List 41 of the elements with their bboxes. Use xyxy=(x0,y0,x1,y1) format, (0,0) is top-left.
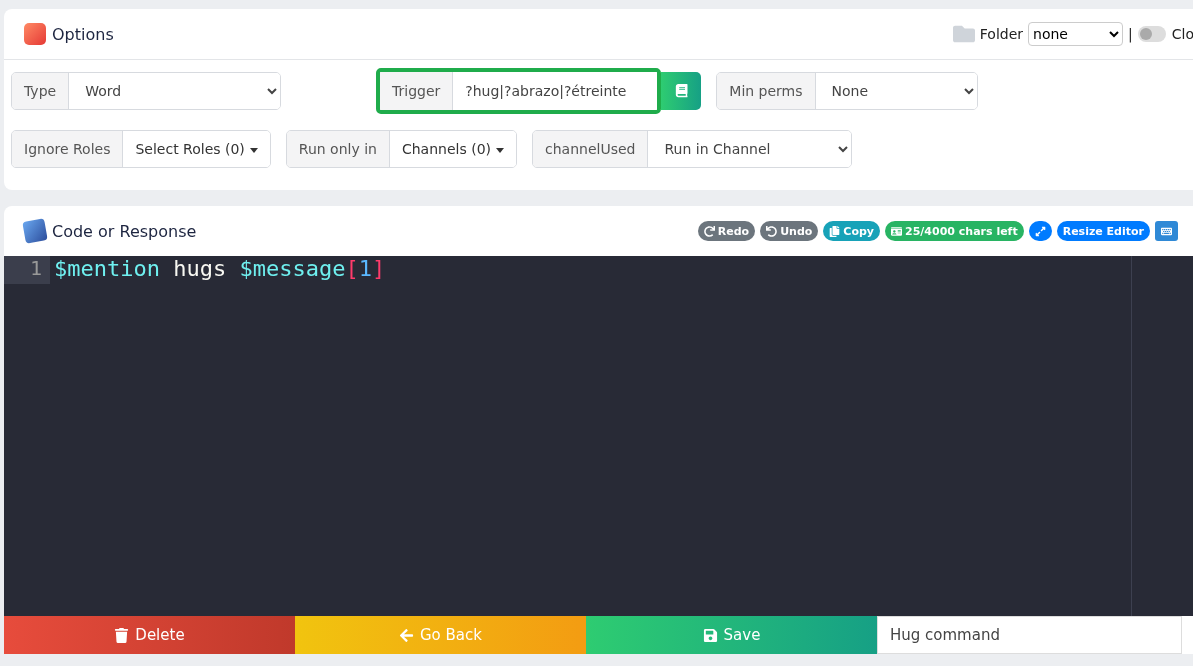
caret-icon xyxy=(249,147,258,153)
delete-button[interactable]: Delete xyxy=(4,616,295,654)
field-label: Min perms xyxy=(717,73,816,109)
code-editor[interactable]: 1 $mention hugs $message[1] xyxy=(4,256,1193,616)
redo-icon xyxy=(703,225,715,237)
line-number: 1 xyxy=(4,256,50,284)
select-field[interactable]: Type Word xyxy=(11,72,281,110)
editor-badge-button[interactable] xyxy=(1028,221,1052,241)
options-logo-icon xyxy=(24,23,46,45)
field-label: Ignore Roles xyxy=(12,131,124,167)
back-icon xyxy=(399,627,414,643)
undo-icon xyxy=(766,225,778,237)
copy-icon xyxy=(829,225,841,237)
expand-icon xyxy=(1034,225,1046,237)
editor-badge-button[interactable]: Redo xyxy=(697,221,756,241)
editor-badge-button[interactable]: Resize Editor xyxy=(1056,221,1150,241)
editor-title: Code or Response xyxy=(52,221,198,241)
save-icon xyxy=(702,627,718,643)
delete-icon xyxy=(114,627,130,643)
field-label: Run only in xyxy=(286,131,390,167)
caret-icon xyxy=(496,147,504,153)
options-title: Options xyxy=(52,24,115,44)
folder-label: Folder xyxy=(979,26,1024,42)
code-line: $mention hugs $message[1] xyxy=(53,256,387,283)
toggle-switch[interactable] xyxy=(1137,26,1166,42)
select-field[interactable]: channelUsed Run in Channel xyxy=(532,130,852,168)
toggle-label: Clo xyxy=(1171,26,1193,42)
field-label: channelUsed xyxy=(533,131,649,167)
folder-icon xyxy=(952,23,975,45)
trigger-field[interactable]: Trigger ?hug|?abrazo|?étreinte xyxy=(376,68,662,114)
book-button[interactable] xyxy=(661,72,702,110)
separator: | xyxy=(1128,26,1133,42)
select-field[interactable]: Min perms None xyxy=(716,72,979,110)
name-input[interactable]: Hug command xyxy=(877,616,1182,654)
book-icon xyxy=(674,84,688,98)
keyboard-icon xyxy=(1161,225,1172,237)
editor-badge-button[interactable]: Undo xyxy=(760,221,819,241)
folder-select[interactable]: none xyxy=(1028,22,1124,46)
field-label: Type xyxy=(12,73,70,109)
field-label: Trigger xyxy=(380,72,454,110)
editor-badge-button[interactable] xyxy=(1155,221,1178,241)
